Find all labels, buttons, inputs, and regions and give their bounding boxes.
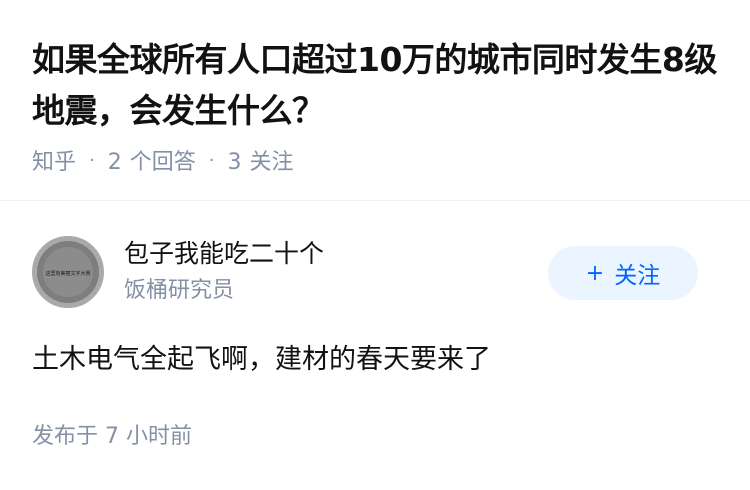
follow-button-label: 关注 bbox=[614, 263, 661, 289]
follow-button[interactable]: + 关注 bbox=[548, 246, 698, 300]
question-title[interactable]: 如果全球所有人口超过10万的城市同时发生8级地震，会发生什么？ bbox=[32, 34, 722, 136]
answer-count: 2 bbox=[107, 150, 122, 175]
follower-count-link[interactable]: 3 关注 bbox=[228, 144, 294, 176]
follower-count-label: 关注 bbox=[249, 150, 294, 175]
answer-timestamp: 发布于 7 小时前 bbox=[32, 424, 192, 449]
answer-content[interactable]: 土木电气全起飞啊，建材的春天要来了 bbox=[32, 338, 491, 382]
avatar-image: 这里有美丽文字大赛 bbox=[37, 241, 99, 303]
answer-count-link[interactable]: 2 个回答 bbox=[108, 144, 196, 176]
author-name[interactable]: 包子我能吃二十个 bbox=[124, 236, 324, 272]
author-headline: 饭桶研究员 bbox=[124, 278, 235, 303]
plus-icon: + bbox=[585, 260, 605, 286]
question-meta: 知乎 · 2 个回答 · 3 关注 bbox=[32, 144, 294, 176]
source-label[interactable]: 知乎 bbox=[32, 144, 76, 176]
avatar[interactable]: 这里有美丽文字大赛 bbox=[32, 236, 104, 308]
meta-separator: · bbox=[208, 149, 215, 171]
avatar-text: 这里有美丽文字大赛 bbox=[45, 270, 90, 277]
question-header: 如果全球所有人口超过10万的城市同时发生8级地震，会发生什么？ 知乎 · 2 个回… bbox=[0, 0, 750, 200]
meta-separator: · bbox=[89, 149, 95, 171]
follower-count: 3 bbox=[227, 150, 242, 175]
answer-count-label: 个回答 bbox=[129, 150, 196, 175]
